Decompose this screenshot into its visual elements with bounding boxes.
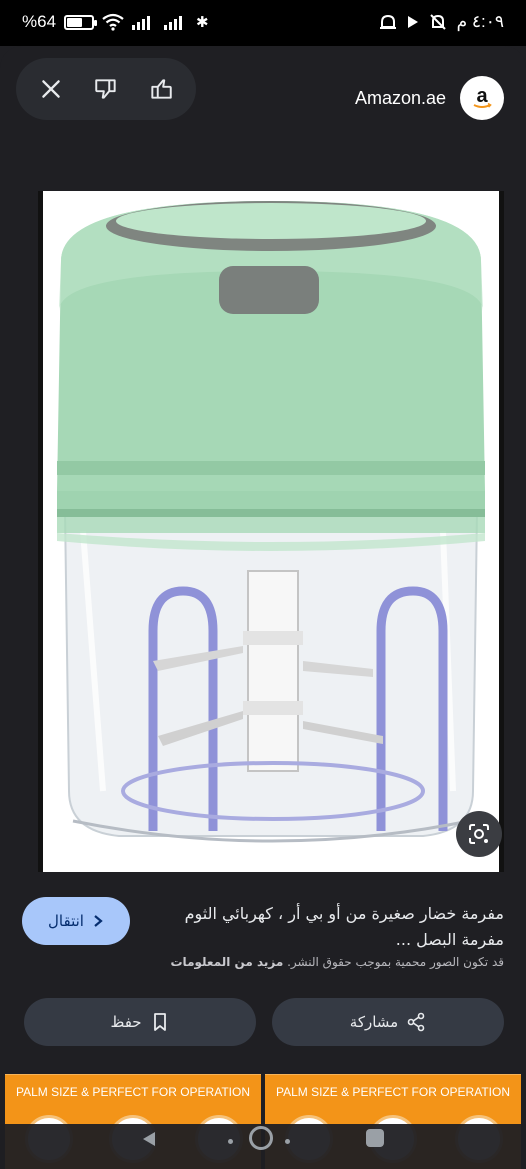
bluetooth-icon: ✱ (196, 14, 209, 31)
status-bar: %64 ✱ ٤:٠٩ م (0, 0, 526, 46)
dislike-button[interactable] (86, 69, 126, 109)
signal-icon-2 (164, 16, 183, 30)
related-caption: PALM SIZE & PERFECT FOR OPERATION (15, 1085, 251, 1099)
battery-percent: %64 (22, 12, 57, 31)
food-chopper-illustration (57, 201, 485, 843)
logo-letter: a (476, 85, 488, 107)
copyright-text: قد تكون الصور محمية بموجب حقوق النشر. (287, 955, 504, 969)
save-label: حفظ (110, 1013, 142, 1031)
chevron-right-icon (94, 915, 103, 927)
alarm-off-icon (429, 14, 446, 30)
source-name: Amazon.ae (354, 87, 446, 108)
visit-label: انتقال (48, 912, 84, 930)
close-icon (42, 80, 61, 98)
result-title[interactable]: مفرمة خضار صغيرة من أو بي أر ، كهربائي ا… (174, 901, 504, 953)
thumbs-up-icon (150, 79, 172, 99)
source-link[interactable]: Amazon.ae a (355, 76, 504, 120)
status-left-cluster: %64 ✱ (22, 12, 209, 32)
status-right-cluster: ٤:٠٩ م (379, 12, 504, 32)
battery-icon (64, 14, 98, 30)
thumbs-down-icon (95, 79, 116, 99)
nfc-icon (379, 14, 396, 29)
visit-button[interactable]: انتقال (22, 897, 130, 945)
like-button[interactable] (141, 69, 181, 109)
feedback-toolbar (16, 58, 196, 120)
bookmark-icon (153, 1013, 166, 1031)
clock: ٤:٠٩ م (456, 12, 504, 31)
related-caption: PALM SIZE & PERFECT FOR OPERATION (275, 1085, 511, 1099)
share-button[interactable]: مشاركة (272, 998, 504, 1046)
more-info-link[interactable]: مزيد من المعلومات (171, 955, 284, 969)
share-icon (407, 1012, 425, 1032)
wifi-icon (102, 13, 124, 31)
system-nav-bar (0, 1124, 526, 1169)
home-icon[interactable] (249, 1126, 273, 1150)
signal-icon (132, 16, 151, 30)
image-viewer-sheet: Amazon.ae a انتقال مفرمة خضار صغيرة من أ… (0, 46, 526, 1169)
recents-icon[interactable] (366, 1129, 384, 1147)
product-image[interactable] (38, 191, 504, 872)
lens-icon (469, 824, 489, 844)
share-label: مشاركة (349, 1013, 399, 1031)
lens-search-button[interactable] (456, 811, 502, 857)
back-icon[interactable] (140, 1130, 158, 1148)
amazon-logo-icon: a (460, 76, 504, 120)
copyright-notice: قد تكون الصور محمية بموجب حقوق النشر. مز… (24, 955, 505, 969)
close-button[interactable] (31, 69, 71, 109)
play-icon (407, 16, 418, 28)
save-button[interactable]: حفظ (24, 998, 256, 1046)
